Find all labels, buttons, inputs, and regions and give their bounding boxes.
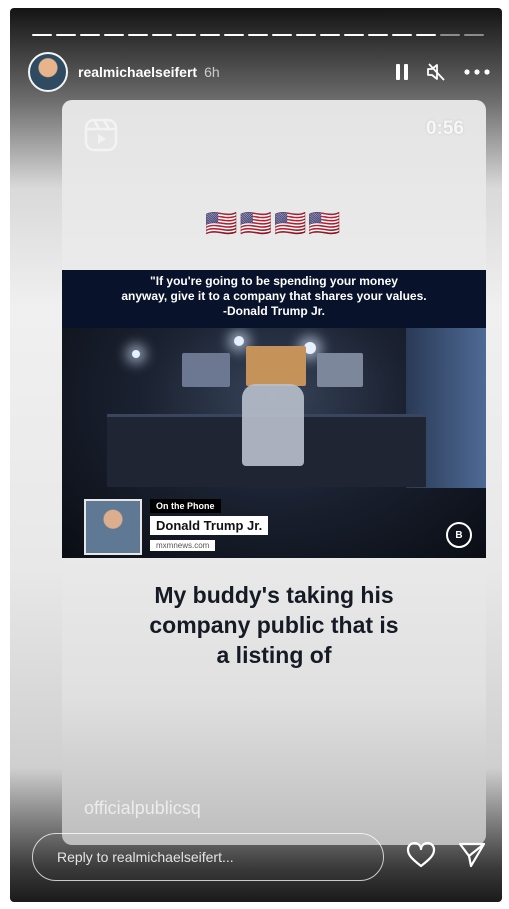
story-footer: Reply to realmichaelseifert...: [32, 831, 486, 883]
progress-segment: [416, 34, 436, 36]
more-options-icon[interactable]: [464, 69, 490, 75]
caption-site: mxmnews.com: [150, 540, 216, 551]
us-flags-emoji: 🇺🇸🇺🇸🇺🇸🇺🇸: [205, 208, 343, 238]
avatar[interactable]: [28, 52, 68, 92]
progress-segment: [464, 34, 484, 36]
progress-segment: [200, 34, 220, 36]
progress-segment: [56, 34, 76, 36]
reel-duration: 0:56: [425, 118, 464, 139]
progress-segment: [296, 34, 316, 36]
quote-line: anyway, give it to a company that shares…: [121, 289, 427, 303]
video-frame[interactable]: "If you're going to be spending your mon…: [62, 270, 486, 558]
post-time: 6h: [204, 64, 220, 80]
story-header: realmichaelseifert 6h: [28, 52, 490, 92]
progress-segment: [32, 34, 52, 36]
subtitle-line: a listing of: [216, 642, 332, 668]
progress-segment: [80, 34, 100, 36]
reel-card[interactable]: 0:56 🇺🇸🇺🇸🇺🇸🇺🇸 "If you're going to be spe…: [62, 100, 486, 845]
progress-segment: [104, 34, 124, 36]
heart-icon[interactable]: [406, 841, 436, 873]
subtitle-line: company public that is: [149, 612, 399, 638]
progress-segment: [392, 34, 412, 36]
video-subtitle: My buddy's taking his company public tha…: [92, 580, 456, 670]
watermark-username: officialpublicsq: [84, 798, 201, 818]
story-progress-bar: [32, 34, 484, 36]
progress-segment: [152, 34, 172, 36]
username[interactable]: realmichaelseifert: [78, 64, 197, 80]
quote-line: "If you're going to be spending your mon…: [150, 274, 398, 288]
quote-banner: "If you're going to be spending your mon…: [62, 270, 486, 328]
reply-input[interactable]: Reply to realmichaelseifert...: [32, 833, 384, 881]
pause-icon[interactable]: [396, 64, 408, 80]
muted-speaker-icon[interactable]: [426, 63, 446, 81]
network-logo-icon: B: [446, 522, 472, 548]
progress-segment: [272, 34, 292, 36]
progress-segment: [440, 34, 460, 36]
lower-third: On the Phone Donald Trump Jr. mxmnews.co…: [84, 496, 269, 555]
subtitle-line: My buddy's taking his: [154, 582, 394, 608]
send-icon[interactable]: [458, 842, 486, 873]
progress-segment: [248, 34, 268, 36]
progress-segment: [224, 34, 244, 36]
caption-name: Donald Trump Jr.: [150, 516, 269, 535]
headshot-image: [84, 499, 142, 555]
studio-scene: On the Phone Donald Trump Jr. mxmnews.co…: [62, 328, 486, 558]
reels-icon: [84, 118, 118, 157]
caption-label: On the Phone: [150, 499, 221, 513]
quote-line: -Donald Trump Jr.: [222, 304, 325, 318]
progress-segment: [176, 34, 196, 36]
progress-segment: [368, 34, 388, 36]
progress-segment: [320, 34, 340, 36]
progress-segment: [128, 34, 148, 36]
progress-segment: [344, 34, 364, 36]
story-viewer: realmichaelseifert 6h 0:56 🇺🇸🇺🇸🇺🇸🇺🇸 "If …: [10, 8, 502, 902]
